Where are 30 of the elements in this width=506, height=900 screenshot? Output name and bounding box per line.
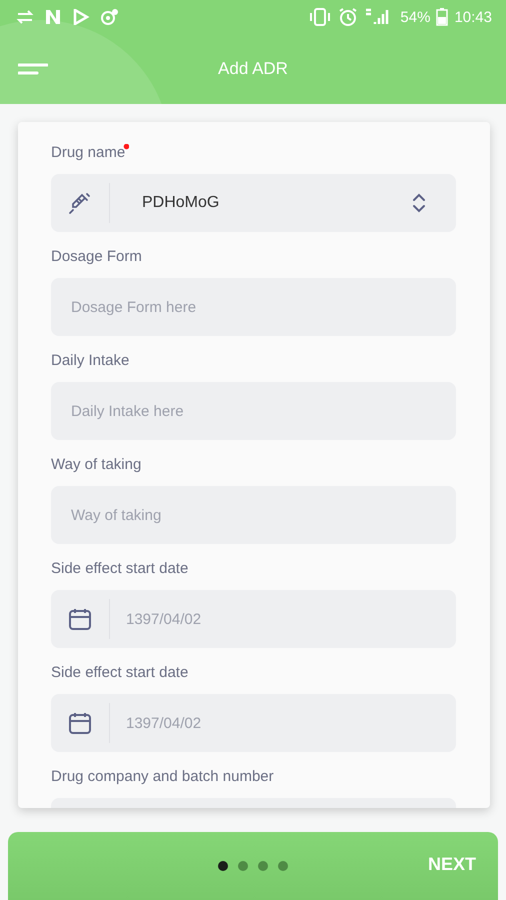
battery-percent: 54% (400, 8, 430, 26)
alarm-icon (338, 7, 358, 27)
calendar-icon (68, 712, 92, 734)
date-field[interactable]: 1397/04/02 (51, 590, 456, 648)
field-label: Side effect start date (51, 560, 188, 577)
field-label: Daily Intake (51, 352, 130, 369)
transfer-icon (16, 10, 34, 24)
n-logo-icon (44, 9, 62, 25)
select-value: PDHoMoG (142, 194, 220, 212)
calendar-icon (68, 608, 92, 630)
input-field[interactable]: Way of taking (51, 486, 456, 544)
field-label: Side effect start date (51, 664, 188, 681)
vibrate-icon (308, 8, 332, 26)
location-target-icon (100, 8, 120, 26)
syringe-icon (68, 191, 92, 215)
input-field[interactable]: Dosage Form here (51, 278, 456, 336)
input-field[interactable]: Daily Intake here (51, 382, 456, 440)
field-label: Drug company and batch number (51, 768, 274, 785)
menu-icon (18, 63, 48, 75)
field-label: Dosage Form (51, 248, 142, 265)
clock-time: 10:43 (454, 8, 492, 26)
screen-title: Add ADR (218, 59, 288, 79)
field-label: Way of taking (51, 456, 142, 473)
menu-button[interactable] (18, 63, 48, 75)
date-field[interactable]: 1397/04/02 (51, 694, 456, 752)
battery-icon (436, 8, 448, 26)
drug-select[interactable]: PDHoMoG (51, 174, 456, 232)
up-down-chevron-icon (412, 191, 426, 215)
field-label: Drug name (51, 144, 130, 161)
play-icon (72, 9, 90, 25)
